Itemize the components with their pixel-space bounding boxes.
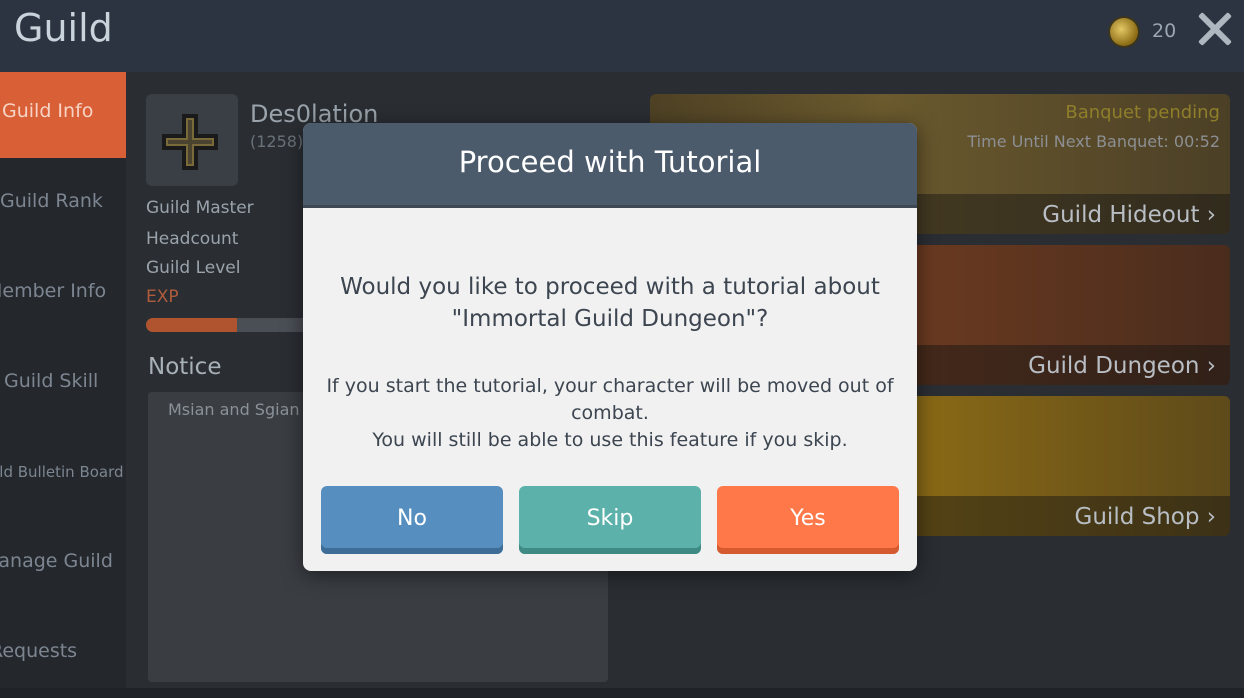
sidebar: Guild Info Guild Rank Member Info Guild … (0, 72, 126, 688)
guild-master-label: Guild Master (146, 198, 254, 218)
sidebar-item-label: Guild Skill (4, 370, 99, 392)
guild-hideout-label: Guild Hideout › (1042, 202, 1216, 228)
sidebar-item-guild-skill[interactable]: Guild Skill (0, 342, 126, 428)
guild-emblem-icon (162, 114, 218, 170)
banquet-status: Banquet pending (1065, 102, 1220, 123)
sidebar-item-guild-info[interactable]: Guild Info (0, 72, 126, 158)
sidebar-item-label: Manage Guild (0, 550, 113, 572)
skip-button[interactable]: Skip (519, 486, 701, 554)
dialog-question: Would you like to proceed with a tutoria… (340, 274, 880, 332)
coin-icon (1110, 18, 1138, 46)
close-icon[interactable] (1194, 8, 1234, 48)
guild-dungeon-label: Guild Dungeon › (1028, 353, 1216, 379)
chevron-right-icon: › (1206, 202, 1216, 228)
sidebar-item-bulletin-board[interactable]: Guild Bulletin Board (0, 432, 126, 518)
guild-shop-label: Guild Shop › (1074, 504, 1216, 530)
sidebar-item-label: Guild Info (2, 100, 94, 122)
sidebar-item-label: Member Info (0, 280, 107, 302)
dialog-title: Proceed with Tutorial (458, 145, 762, 179)
dialog-note-line: You will still be able to use this featu… (372, 429, 848, 451)
guild-emblem (146, 94, 238, 186)
headcount-label: Headcount (146, 229, 239, 249)
sidebar-item-guild-rank[interactable]: Guild Rank (0, 162, 126, 248)
notice-title: Notice (148, 354, 222, 380)
dialog-note-line: If you start the tutorial, your characte… (326, 375, 894, 424)
yes-button[interactable]: Yes (717, 486, 899, 554)
banquet-timer: Time Until Next Banquet: 00:52 (967, 132, 1220, 151)
page-title: Guild (14, 6, 113, 50)
guild-level-label: Guild Level (146, 258, 241, 278)
header-bar: Guild 20 (0, 0, 1244, 72)
dialog-header: Proceed with Tutorial (303, 123, 917, 208)
exp-label: EXP (146, 287, 179, 307)
notice-text: Msian and Sgian (168, 400, 300, 419)
sidebar-item-label: Requests (0, 640, 78, 662)
chevron-right-icon: › (1206, 353, 1216, 379)
guild-id: (1258) (250, 132, 304, 151)
sidebar-item-label: Guild Rank (0, 190, 103, 212)
no-button[interactable]: No (321, 486, 503, 554)
chevron-right-icon: › (1206, 504, 1216, 530)
sidebar-item-label: Guild Bulletin Board (0, 463, 124, 481)
exp-progress-fill (146, 318, 238, 332)
sidebar-item-requests[interactable]: Requests (0, 612, 126, 698)
coin-count: 20 (1152, 20, 1177, 42)
sidebar-item-manage-guild[interactable]: Manage Guild (0, 522, 126, 608)
sidebar-item-member-info[interactable]: Member Info (0, 252, 126, 338)
dialog-note: If you start the tutorial, your characte… (323, 373, 897, 454)
tutorial-dialog: Proceed with Tutorial Would you like to … (303, 123, 917, 571)
